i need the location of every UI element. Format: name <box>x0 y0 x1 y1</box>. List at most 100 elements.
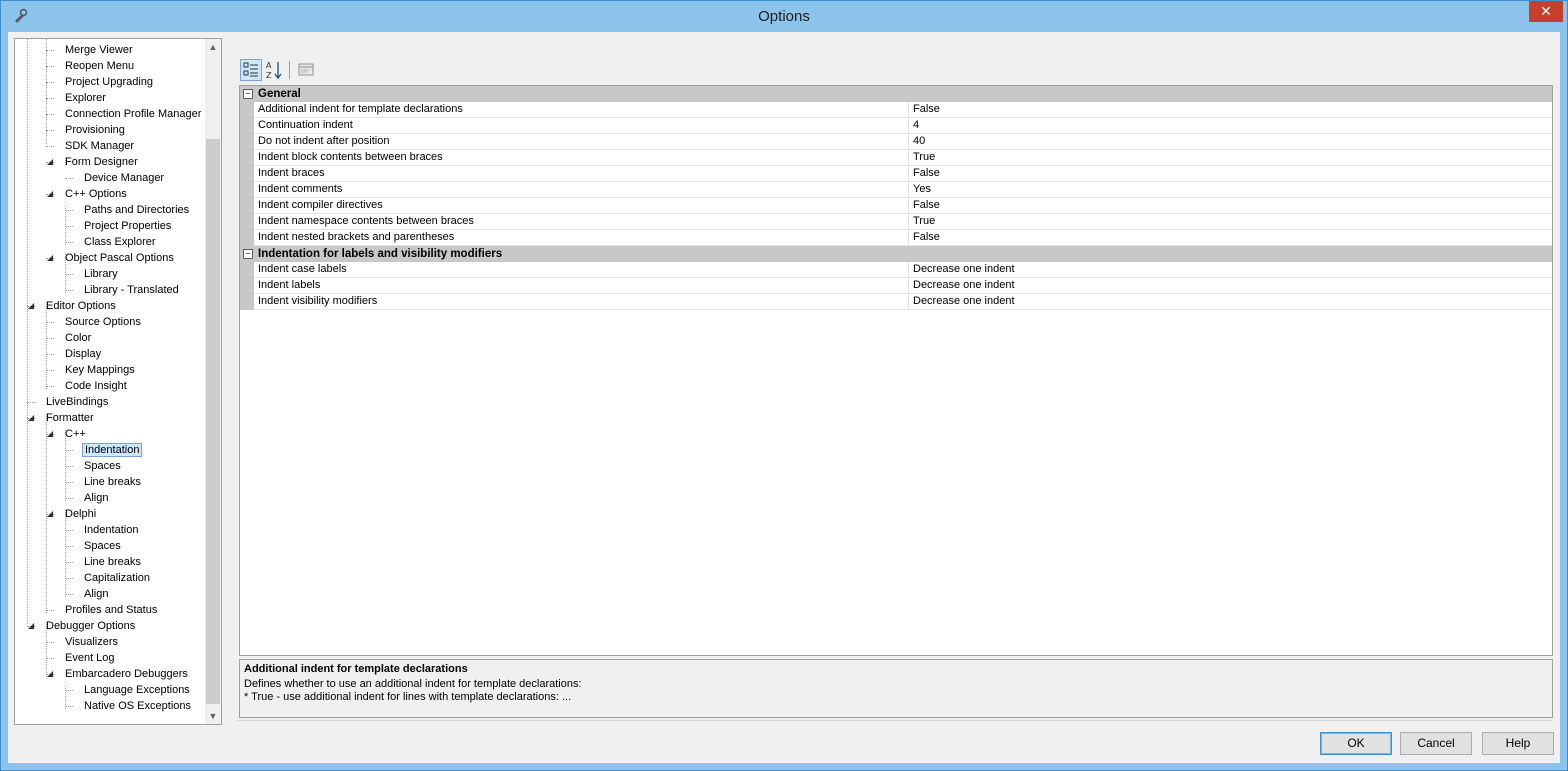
property-row[interactable]: Indent case labels Decrease one indent <box>240 262 1552 278</box>
tree-item[interactable]: Line breaks <box>82 554 143 570</box>
close-button[interactable]: ✕ <box>1529 1 1563 22</box>
property-value[interactable]: Yes <box>908 182 1552 198</box>
tree-item[interactable]: Connection Profile Manager <box>63 106 203 122</box>
tree-item[interactable]: Event Log <box>63 650 117 666</box>
tree-item[interactable]: Merge Viewer <box>63 42 135 58</box>
property-value[interactable]: Decrease one indent <box>908 278 1552 294</box>
expand-triangle-icon[interactable]: ◢ <box>47 157 53 166</box>
property-value[interactable]: True <box>908 214 1552 230</box>
cancel-button[interactable]: Cancel <box>1400 732 1472 755</box>
tree-item[interactable]: Indentation <box>82 442 143 458</box>
expand-triangle-icon[interactable]: ◢ <box>47 429 53 438</box>
property-row[interactable]: Additional indent for template declarati… <box>240 102 1552 118</box>
tree-item[interactable]: Delphi <box>63 506 98 522</box>
tree-item[interactable]: Library <box>82 266 120 282</box>
property-row[interactable]: Indent braces False <box>240 166 1552 182</box>
tree-item[interactable]: Object Pascal Options <box>63 250 176 266</box>
property-value[interactable]: False <box>908 198 1552 214</box>
tree-item[interactable]: Editor Options <box>44 298 118 314</box>
tree-item[interactable]: Paths and Directories <box>82 202 191 218</box>
property-value[interactable]: True <box>908 150 1552 166</box>
tree-scrollbar[interactable]: ▲ ▼ <box>205 39 221 724</box>
property-value[interactable]: False <box>908 230 1552 246</box>
property-value[interactable]: 4 <box>908 118 1552 134</box>
tree-item[interactable]: Profiles and Status <box>63 602 159 618</box>
expand-triangle-icon[interactable]: ◢ <box>47 189 53 198</box>
svg-text:Z: Z <box>266 71 272 80</box>
tree-item[interactable]: Provisioning <box>63 122 127 138</box>
tree-item[interactable]: Native OS Exceptions <box>82 698 193 714</box>
tree-item[interactable]: Align <box>82 586 110 602</box>
tree-item[interactable]: Embarcadero Debuggers <box>63 666 190 682</box>
property-value[interactable]: False <box>908 166 1552 182</box>
tree-item[interactable]: Project Upgrading <box>63 74 155 90</box>
tree-item[interactable]: SDK Manager <box>63 138 136 154</box>
tree-item[interactable]: Class Explorer <box>82 234 158 250</box>
tree-branch-line <box>46 370 54 371</box>
tree-item[interactable]: Indentation <box>82 522 140 538</box>
tree-item-label: Paths and Directories <box>84 204 190 216</box>
scroll-thumb[interactable] <box>206 139 220 704</box>
collapse-icon[interactable]: − <box>243 249 253 259</box>
expand-triangle-icon[interactable]: ◢ <box>28 621 34 630</box>
expand-triangle-icon[interactable]: ◢ <box>28 301 34 310</box>
property-value[interactable]: Decrease one indent <box>908 262 1552 278</box>
alphabetical-sort-button[interactable]: A Z <box>263 59 285 81</box>
property-grid[interactable]: − General Additional indent for template d… <box>239 85 1553 656</box>
category-row[interactable]: − General <box>240 86 1552 102</box>
expand-triangle-icon[interactable]: ◢ <box>47 253 53 262</box>
property-value[interactable]: Decrease one indent <box>908 294 1552 310</box>
property-value[interactable]: 40 <box>908 134 1552 150</box>
tree-item[interactable]: C++ Options <box>63 186 129 202</box>
property-row[interactable]: Indent namespace contents between braces… <box>240 214 1552 230</box>
property-row[interactable]: Do not indent after position 40 <box>240 134 1552 150</box>
property-pages-button[interactable] <box>295 59 317 81</box>
property-row[interactable]: Indent block contents between braces True <box>240 150 1552 166</box>
tree-item[interactable]: Library - Translated <box>82 282 181 298</box>
tree-item[interactable]: Align <box>82 490 110 506</box>
tree-item[interactable]: Device Manager <box>82 170 166 186</box>
tree-item[interactable]: Display <box>63 346 103 362</box>
tree-branch-line <box>65 498 73 499</box>
property-value[interactable]: False <box>908 102 1552 118</box>
tree-item[interactable]: Capitalization <box>82 570 152 586</box>
tree-item[interactable]: Spaces <box>82 538 123 554</box>
title-bar[interactable]: Options ✕ <box>1 1 1567 32</box>
property-row[interactable]: Indent labels Decrease one indent <box>240 278 1552 294</box>
help-button[interactable]: Help <box>1482 732 1554 755</box>
tree-item[interactable]: Color <box>63 330 93 346</box>
expand-triangle-icon[interactable]: ◢ <box>28 413 34 422</box>
collapse-icon[interactable]: − <box>243 89 253 99</box>
property-row[interactable]: Indent nested brackets and parentheses Fa… <box>240 230 1552 246</box>
property-name: Indent case labels <box>258 263 347 275</box>
tree-item[interactable]: Language Exceptions <box>82 682 192 698</box>
categorized-view-button[interactable] <box>240 59 262 81</box>
property-row[interactable]: Indent visibility modifiers Decrease one … <box>240 294 1552 310</box>
tree-branch-line <box>65 546 73 547</box>
scroll-down-icon[interactable]: ▼ <box>205 708 221 724</box>
tree-item[interactable]: Visualizers <box>63 634 120 650</box>
tree-item[interactable]: LiveBindings <box>44 394 110 410</box>
tree-item[interactable]: Project Properties <box>82 218 173 234</box>
property-row[interactable]: Indent comments Yes <box>240 182 1552 198</box>
tree-branch-line <box>46 658 54 659</box>
tree-item[interactable]: Line breaks <box>82 474 143 490</box>
tree-item[interactable]: Formatter <box>44 410 96 426</box>
property-row[interactable]: Continuation indent 4 <box>240 118 1552 134</box>
tree-item[interactable]: Reopen Menu <box>63 58 136 74</box>
scroll-up-icon[interactable]: ▲ <box>205 39 221 55</box>
category-row[interactable]: − Indentation for labels and visibility m… <box>240 246 1552 262</box>
tree-item[interactable]: Code Insight <box>63 378 129 394</box>
tree-item[interactable]: Source Options <box>63 314 143 330</box>
tree-item[interactable]: Explorer <box>63 90 108 106</box>
ok-button[interactable]: OK <box>1320 732 1392 755</box>
tree-item[interactable]: Form Designer <box>63 154 140 170</box>
tree-item[interactable]: Spaces <box>82 458 123 474</box>
expand-triangle-icon[interactable]: ◢ <box>47 509 53 518</box>
options-tree[interactable]: ▲ ▼ Merge Viewer Reopen Menu Project Upgra… <box>14 38 222 725</box>
property-row[interactable]: Indent compiler directives False <box>240 198 1552 214</box>
tree-item[interactable]: Debugger Options <box>44 618 137 634</box>
tree-item[interactable]: C++ <box>63 426 88 442</box>
expand-triangle-icon[interactable]: ◢ <box>47 669 53 678</box>
tree-item[interactable]: Key Mappings <box>63 362 137 378</box>
